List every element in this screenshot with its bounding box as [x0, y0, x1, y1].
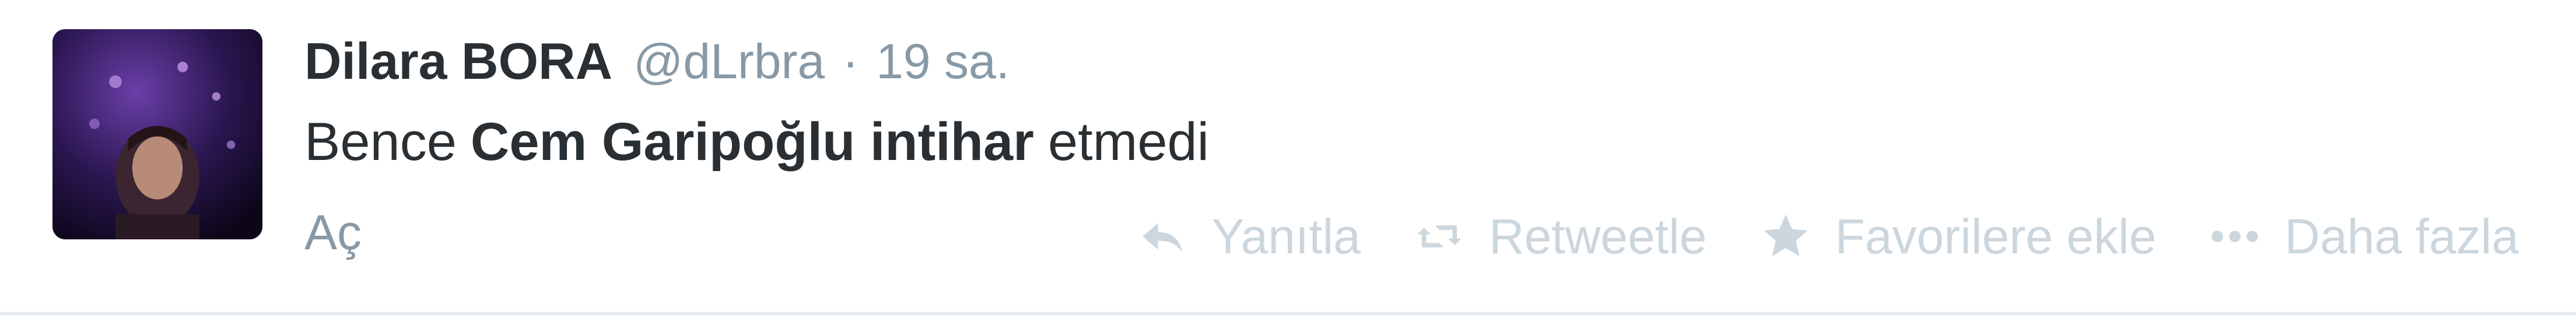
- tweet-header: Dilara BORA @dLrbra · 19 sa.: [304, 23, 1010, 99]
- meta-separator: ·: [842, 33, 859, 89]
- reply-label: Yanıtla: [1211, 208, 1361, 264]
- user-fullname[interactable]: Dilara BORA: [304, 32, 612, 91]
- favorite-button[interactable]: Favorilere ekle: [1760, 208, 2157, 265]
- favorite-label: Favorilere ekle: [1835, 208, 2157, 264]
- tweet-text-prefix: Bence: [304, 112, 457, 172]
- retweet-label: Retweetle: [1488, 208, 1707, 264]
- tweet-card[interactable]: Dilara BORA @dLrbra · 19 sa. Bence Cem G…: [0, 0, 2576, 315]
- tweet-text-suffix: etmedi: [1047, 112, 1210, 172]
- tweet-text-highlight: Cem Garipoğlu intihar: [470, 112, 1034, 172]
- tweet-actions: Yanıtla Retweetle Favorilere ekle Daha f…: [1136, 201, 2519, 271]
- reply-icon: [1136, 210, 1189, 263]
- reply-button[interactable]: Yanıtla: [1136, 208, 1361, 265]
- expand-link[interactable]: Aç: [304, 204, 362, 261]
- tweet-timestamp[interactable]: 19 sa.: [876, 33, 1010, 90]
- retweet-button[interactable]: Retweetle: [1413, 208, 1707, 265]
- avatar-image: [52, 29, 262, 239]
- more-dots-icon: [2209, 210, 2261, 263]
- more-button[interactable]: Daha fazla: [2209, 208, 2519, 265]
- more-label: Daha fazla: [2284, 208, 2519, 264]
- user-handle[interactable]: @dLrbra: [633, 33, 825, 90]
- retweet-icon: [1413, 210, 1466, 263]
- star-icon: [1760, 210, 1812, 263]
- tweet-text: Bence Cem Garipoğlu intihar etmedi: [304, 104, 1209, 180]
- avatar[interactable]: [52, 29, 262, 239]
